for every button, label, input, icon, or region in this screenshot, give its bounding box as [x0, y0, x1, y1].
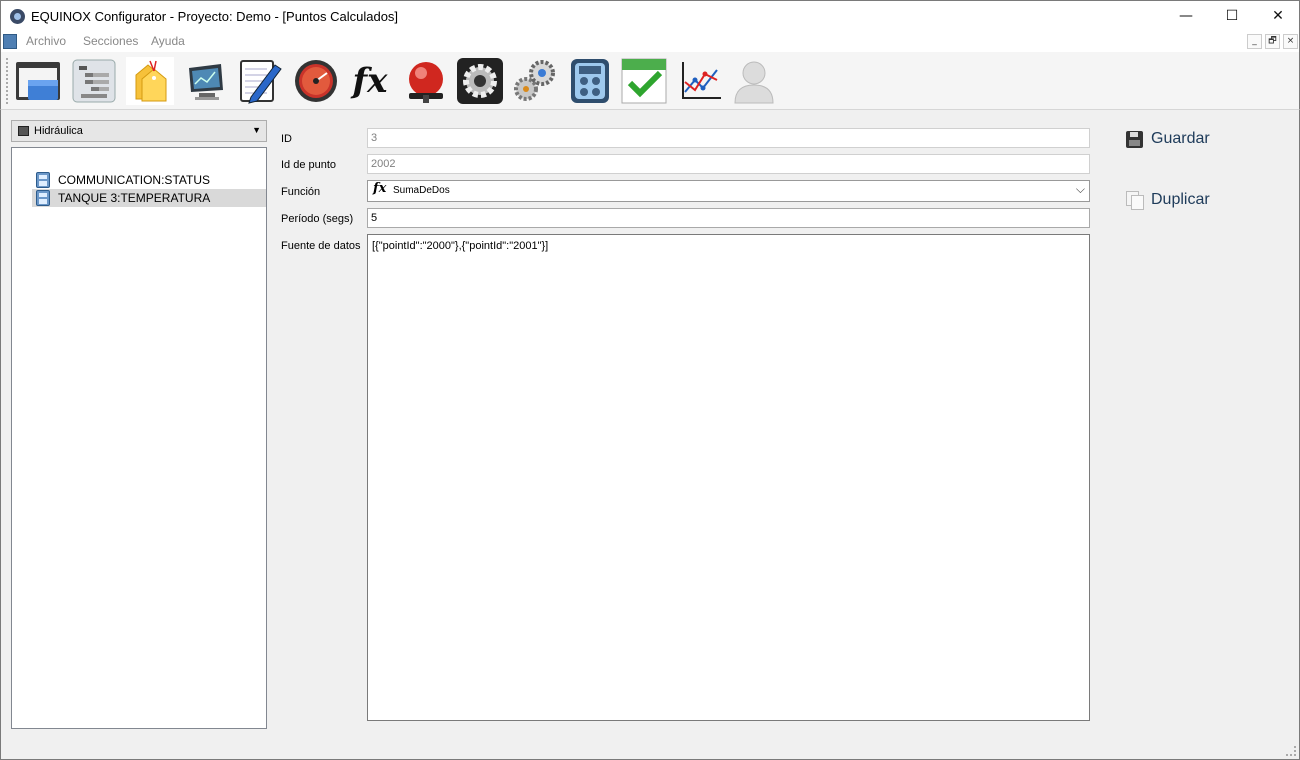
menu-bar: Archivo Secciones Ayuda _ 🗗 × [0, 32, 1300, 52]
duplicate-button[interactable]: Duplicar [1126, 191, 1210, 210]
tree-item-label: TANQUE 3:TEMPERATURA [58, 191, 211, 205]
app-logo-icon [10, 9, 25, 24]
point-id-field[interactable]: 2002 [367, 154, 1090, 174]
duplicate-icon [1126, 191, 1144, 210]
tree-list-icon[interactable] [69, 56, 119, 106]
function-select[interactable]: fx SumaDeDos ⌵ [367, 180, 1090, 202]
mdi-close-button[interactable]: × [1283, 34, 1298, 49]
gauge-icon[interactable] [291, 56, 341, 106]
datasource-label: Fuente de datos [281, 240, 361, 252]
monitor-icon[interactable] [181, 56, 231, 106]
gears-icon[interactable] [509, 56, 559, 106]
period-field[interactable]: 5 [367, 208, 1090, 228]
calendar-check-icon[interactable] [619, 56, 669, 106]
menu-archivo[interactable]: Archivo [26, 34, 66, 48]
minimize-button[interactable]: — [1163, 1, 1209, 32]
section-icon [18, 126, 29, 136]
datasource-textarea[interactable]: [{"pointId":"2000"},{"pointId":"2001"}] [367, 234, 1090, 721]
mdi-restore-button[interactable]: 🗗 [1265, 34, 1280, 49]
save-button-label: Guardar [1151, 130, 1210, 147]
chevron-down-icon: ▼ [252, 125, 261, 135]
calculator-point-icon [36, 172, 50, 188]
line-chart-icon[interactable] [675, 56, 725, 106]
user-icon[interactable] [729, 56, 779, 106]
section-selector-value: Hidráulica [34, 125, 83, 137]
calculator-icon[interactable] [565, 56, 615, 106]
id-label: ID [281, 133, 292, 145]
notepad-icon[interactable] [235, 56, 285, 106]
function-icon: fx [373, 181, 387, 196]
maximize-button[interactable]: ☐ [1209, 1, 1255, 32]
document-icon[interactable] [3, 34, 17, 49]
menu-secciones[interactable]: Secciones [83, 34, 138, 48]
toolbar: fx [0, 52, 1300, 110]
calculator-point-icon [36, 190, 50, 206]
settings-gear-icon[interactable] [455, 56, 505, 106]
main-area: Hidráulica ▼ COMMUNICATION:STATUS TANQUE… [0, 110, 1300, 760]
tree-item-selected[interactable]: TANQUE 3:TEMPERATURA [32, 189, 266, 207]
id-field[interactable]: 3 [367, 128, 1090, 148]
duplicate-button-label: Duplicar [1151, 191, 1210, 208]
chevron-down-icon: ⌵ [1075, 182, 1085, 196]
close-button[interactable]: ✕ [1255, 1, 1300, 32]
function-icon[interactable]: fx [345, 56, 395, 106]
section-selector[interactable]: Hidráulica ▼ [11, 120, 267, 142]
period-label: Período (segs) [281, 213, 354, 225]
title-bar: EQUINOX Configurator - Proyecto: Demo - … [0, 0, 1300, 32]
window-title: EQUINOX Configurator - Proyecto: Demo - … [31, 9, 399, 24]
point-id-label: Id de punto [281, 159, 337, 171]
save-icon [1126, 130, 1143, 148]
resize-grip[interactable] [1286, 746, 1296, 756]
menu-ayuda[interactable]: Ayuda [151, 34, 185, 48]
points-tree[interactable]: COMMUNICATION:STATUS TANQUE 3:TEMPERATUR… [11, 147, 267, 729]
function-label: Función [281, 186, 321, 198]
window-icon[interactable] [13, 56, 63, 106]
save-button[interactable]: Guardar [1126, 130, 1210, 148]
tree-item-label: COMMUNICATION:STATUS [58, 173, 210, 187]
tags-icon[interactable] [125, 56, 175, 106]
mdi-minimize-button[interactable]: _ [1247, 34, 1262, 49]
toolbar-grip[interactable] [6, 58, 9, 104]
tree-item[interactable]: COMMUNICATION:STATUS [32, 171, 266, 189]
alarm-bell-icon[interactable] [401, 56, 451, 106]
function-select-value: SumaDeDos [393, 185, 450, 196]
